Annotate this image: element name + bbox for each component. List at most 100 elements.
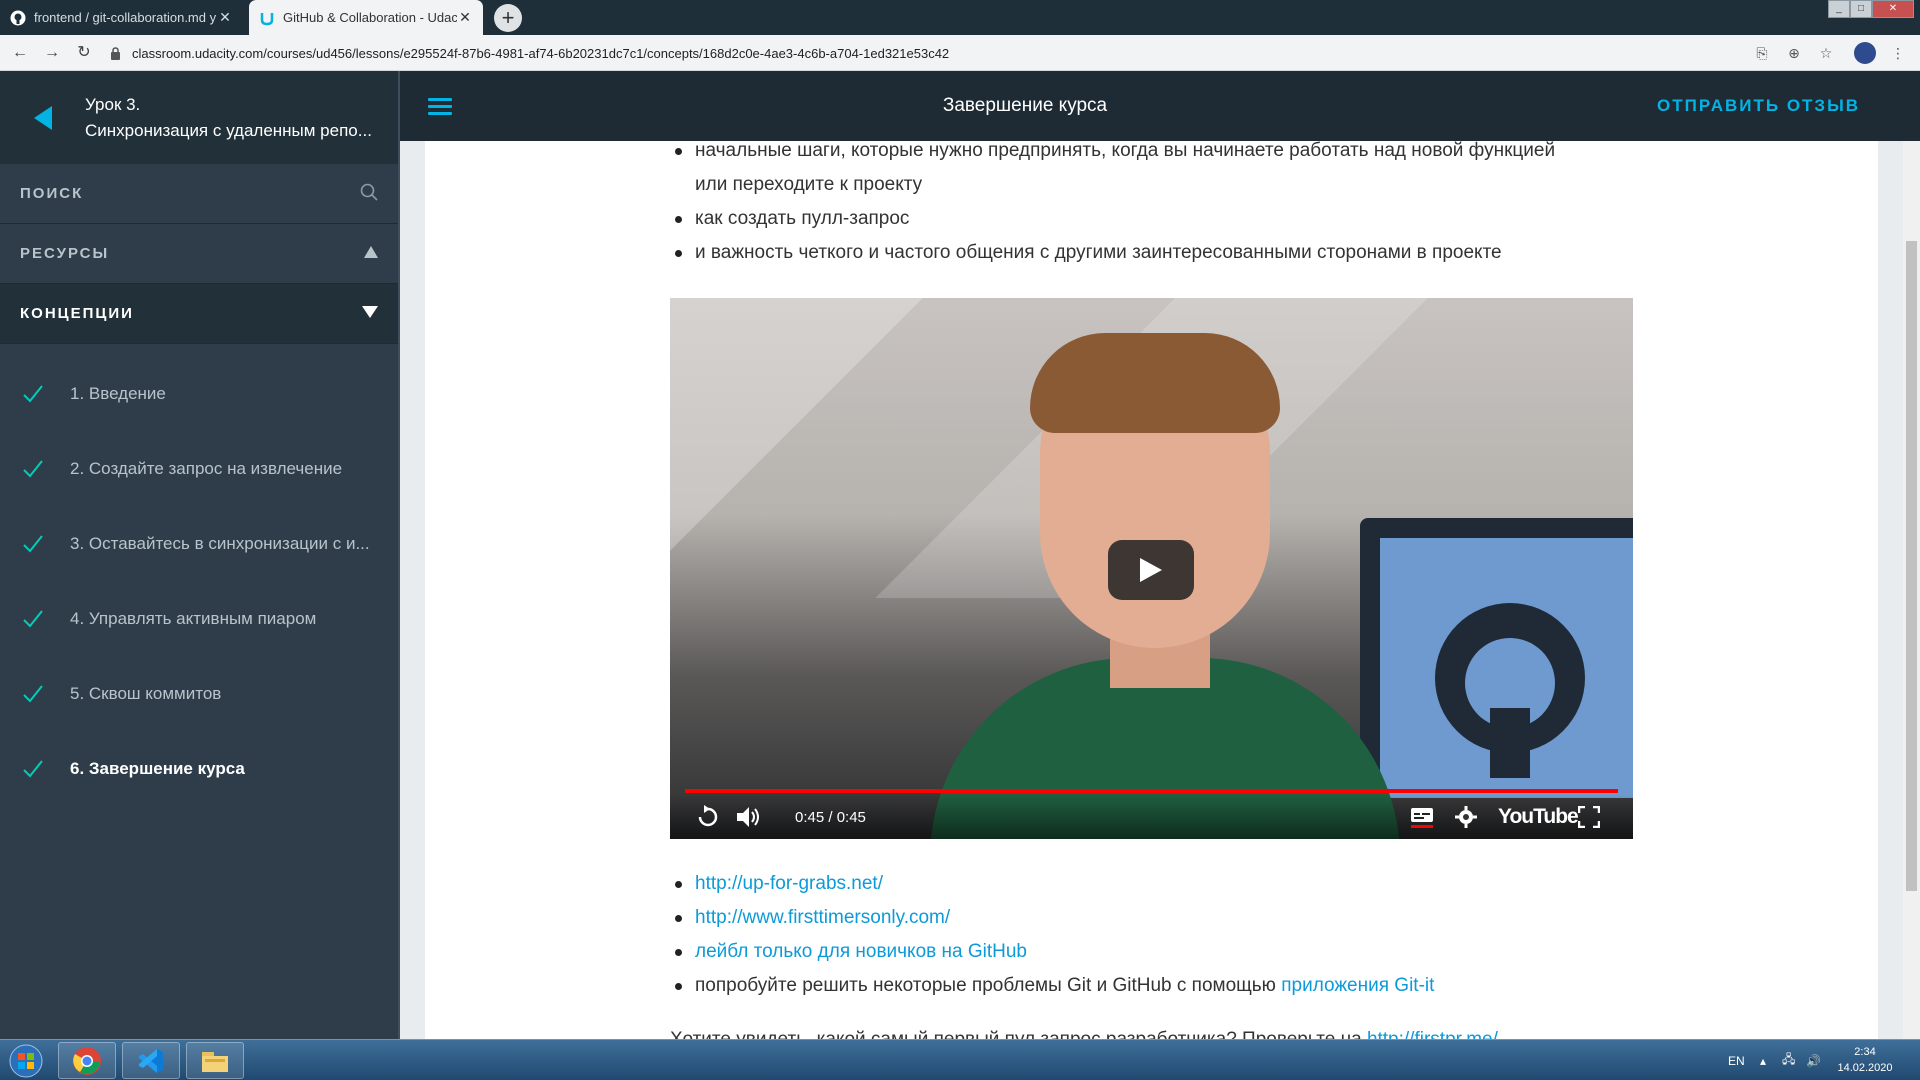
newbie-label-link[interactable]: лейбл только для новичков на GitHub bbox=[695, 941, 1027, 962]
new-tab-button[interactable]: + bbox=[494, 4, 522, 32]
links-list: http://up-for-grabs.net/ http://www.firs… bbox=[674, 867, 1434, 1003]
list-item: и важность четкого и частого общения с д… bbox=[674, 236, 1555, 270]
partial-paragraph: Хотите увидеть, какой самый первый пул з… bbox=[670, 1029, 1498, 1039]
concept-content: начальные шаги, которые нужно предпринят… bbox=[425, 141, 1878, 1039]
list-item-continued: или переходите к проекту bbox=[695, 168, 1555, 202]
concept-item[interactable]: 2. Создайте запрос на извлечение bbox=[0, 431, 398, 506]
back-arrow-icon[interactable] bbox=[0, 104, 85, 132]
profile-avatar[interactable] bbox=[1854, 42, 1876, 64]
tab-title: frontend / git-collaboration.md y bbox=[34, 10, 217, 25]
concept-item[interactable]: 4. Управлять активным пиаром bbox=[0, 581, 398, 656]
clock[interactable]: 2:34 14.02.2020 bbox=[1830, 1044, 1900, 1076]
concept-label: 3. Оставайтесь в синхронизации с и... bbox=[70, 533, 370, 553]
video-controls: 0:45 / 0:45 YouTube bbox=[670, 794, 1633, 839]
list-item: http://up-for-grabs.net/ bbox=[674, 867, 1434, 901]
page-scrollbar[interactable] bbox=[1903, 141, 1920, 1039]
forward-icon[interactable]: → bbox=[42, 43, 62, 63]
udacity-icon bbox=[259, 10, 275, 26]
tab-title: GitHub & Collaboration - Udacity bbox=[283, 10, 457, 25]
concept-item[interactable]: 3. Оставайтесь в синхронизации с и... bbox=[0, 506, 398, 581]
settings-gear-icon[interactable] bbox=[1455, 804, 1477, 830]
address-bar[interactable]: classroom.udacity.com/courses/ud456/less… bbox=[108, 41, 1788, 65]
lesson-title: Синхронизация с удаленным репо... bbox=[85, 120, 372, 140]
tab-github[interactable]: frontend / git-collaboration.md y ✕ bbox=[0, 0, 243, 35]
concepts-row[interactable]: КОНЦЕПЦИИ bbox=[0, 284, 398, 344]
list-item-text: или переходите к проекту bbox=[695, 174, 923, 195]
clock-time: 2:34 bbox=[1854, 1046, 1876, 1058]
first-timers-link[interactable]: http://www.firsttimersonly.com/ bbox=[695, 907, 950, 928]
taskbar-chrome[interactable] bbox=[58, 1042, 116, 1079]
zoom-icon[interactable]: ⊕ bbox=[1784, 43, 1804, 63]
scrollbar-thumb[interactable] bbox=[1906, 241, 1917, 891]
tab-udacity[interactable]: GitHub & Collaboration - Udacity ✕ bbox=[249, 0, 483, 35]
concept-item[interactable]: 5. Сквош коммитов bbox=[0, 656, 398, 731]
concept-label: 4. Управлять активным пиаром bbox=[70, 608, 317, 628]
menu-dots-icon[interactable]: ⋮ bbox=[1888, 43, 1908, 63]
vscode-icon bbox=[139, 1048, 163, 1073]
classroom-sidebar: Урок 3. Синхронизация с удаленным репо..… bbox=[0, 71, 400, 1039]
subtitles-icon[interactable] bbox=[1410, 804, 1434, 830]
fullscreen-icon[interactable] bbox=[1578, 804, 1600, 830]
lesson-titles: Урок 3. Синхронизация с удаленным репо..… bbox=[85, 92, 372, 144]
language-indicator[interactable]: EN bbox=[1728, 1040, 1745, 1080]
firstpr-link[interactable]: http://firstpr.me/ bbox=[1367, 1029, 1498, 1039]
list-item: http://www.firsttimersonly.com/ bbox=[674, 901, 1434, 935]
check-icon bbox=[22, 384, 70, 404]
tray-expand-icon[interactable]: ▴ bbox=[1760, 1040, 1766, 1080]
monitor-graphic bbox=[1360, 518, 1633, 798]
concept-item[interactable]: 1. Введение bbox=[0, 356, 398, 431]
maximize-icon[interactable]: □ bbox=[1850, 0, 1872, 18]
window-controls: _ □ ✕ bbox=[1828, 0, 1914, 18]
back-icon[interactable]: ← bbox=[10, 43, 30, 63]
concept-label: 5. Сквош коммитов bbox=[70, 683, 222, 703]
folder-icon bbox=[202, 1051, 228, 1072]
github-octocat-icon bbox=[1435, 603, 1585, 778]
lesson-header[interactable]: Урок 3. Синхронизация с удаленным репо..… bbox=[0, 71, 398, 164]
bookmark-star-icon[interactable]: ☆ bbox=[1816, 43, 1836, 63]
resources-label: РЕСУРСЫ bbox=[20, 245, 110, 262]
list-item: попробуйте решить некоторые проблемы Git… bbox=[674, 969, 1434, 1003]
concept-title: Завершение курса bbox=[942, 95, 1108, 116]
gitit-link[interactable]: приложения Git-it bbox=[1281, 975, 1434, 996]
check-icon bbox=[22, 759, 70, 779]
replay-icon[interactable] bbox=[695, 804, 721, 830]
lesson-number: Урок 3. bbox=[85, 94, 141, 114]
up-for-grabs-link[interactable]: http://up-for-grabs.net/ bbox=[695, 873, 883, 894]
video-player[interactable]: 0:45 / 0:45 YouTube bbox=[670, 298, 1633, 839]
start-button[interactable] bbox=[4, 1042, 48, 1079]
play-button[interactable] bbox=[1108, 540, 1194, 600]
speaker-icon[interactable]: 🔊 bbox=[1806, 1040, 1821, 1080]
search-icon[interactable] bbox=[360, 183, 378, 205]
reload-icon[interactable]: ↻ bbox=[74, 43, 94, 63]
minimize-icon[interactable]: _ bbox=[1828, 0, 1850, 18]
check-icon bbox=[22, 684, 70, 704]
window-close-icon[interactable]: ✕ bbox=[1872, 0, 1914, 18]
url-text: classroom.udacity.com/courses/ud456/less… bbox=[132, 45, 950, 61]
video-time: 0:45 / 0:45 bbox=[795, 808, 866, 826]
youtube-logo[interactable]: YouTube bbox=[1498, 804, 1579, 830]
concepts-label: КОНЦЕПЦИИ bbox=[20, 305, 134, 322]
triangle-up-icon bbox=[364, 245, 378, 262]
browser-toolbar: ← → ↻ classroom.udacity.com/courses/ud45… bbox=[0, 35, 1920, 71]
network-icon[interactable]: 🖧 bbox=[1782, 1040, 1795, 1080]
send-feedback-button[interactable]: ОТПРАВИТЬ ОТЗЫВ bbox=[1657, 71, 1860, 141]
volume-icon[interactable] bbox=[735, 804, 761, 830]
search-row[interactable]: ПОИСК bbox=[0, 164, 398, 224]
summary-list: начальные шаги, которые нужно предпринят… bbox=[674, 141, 1555, 270]
video-progress-bar[interactable] bbox=[685, 789, 1618, 793]
speaker-hair bbox=[1030, 333, 1280, 433]
check-icon bbox=[22, 534, 70, 554]
concept-item-current[interactable]: 6. Завершение курса bbox=[0, 731, 398, 806]
close-icon[interactable]: ✕ bbox=[217, 9, 233, 26]
windows-logo-icon bbox=[9, 1044, 43, 1077]
resources-row[interactable]: РЕСУРСЫ bbox=[0, 224, 398, 284]
translate-icon[interactable]: ⎘ bbox=[1752, 43, 1772, 63]
windows-taskbar: EN ▴ 🖧 🔊 2:34 14.02.2020 bbox=[0, 1039, 1920, 1080]
taskbar-explorer[interactable] bbox=[186, 1042, 244, 1079]
chrome-icon bbox=[73, 1046, 101, 1075]
github-icon bbox=[10, 10, 26, 26]
list-item: начальные шаги, которые нужно предпринят… bbox=[674, 141, 1555, 168]
close-icon[interactable]: ✕ bbox=[457, 9, 473, 26]
list-item: как создать пулл-запрос bbox=[674, 202, 1555, 236]
taskbar-vscode[interactable] bbox=[122, 1042, 180, 1079]
